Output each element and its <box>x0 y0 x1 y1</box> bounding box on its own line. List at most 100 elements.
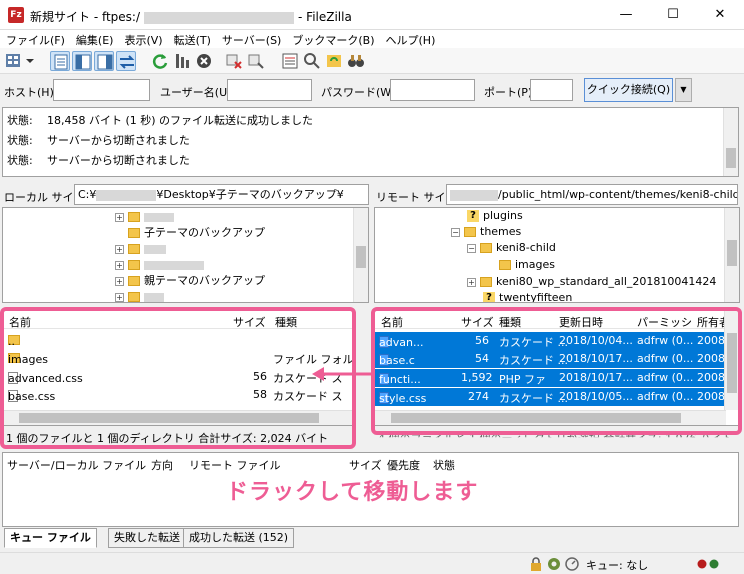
expand-icon[interactable]: + <box>115 276 124 286</box>
remote-tree-scroll-thumb[interactable] <box>727 240 737 266</box>
local-file-row[interactable]: .. <box>3 331 353 349</box>
quickconnect-button[interactable]: クイック接続(Q) <box>584 78 673 102</box>
local-tree-item[interactable]: + 親テーマのバックアップ <box>115 274 265 288</box>
redacted-host-path <box>450 189 498 201</box>
queue-col-priority[interactable]: 優先度 <box>387 457 420 473</box>
remote-file-row[interactable]: advan... 56 カスケード ... 2018/10/04... adfrw (0… <box>375 332 739 350</box>
remote-list-vscrollbar[interactable] <box>724 311 739 410</box>
remote-tree-label: images <box>515 258 555 271</box>
queue-col-size[interactable]: サイズ <box>349 457 382 473</box>
menu-server[interactable]: サーバー(S) <box>216 30 286 48</box>
synchronized-browsing-icon[interactable] <box>324 51 344 71</box>
local-col-name[interactable]: 名前 <box>9 314 31 330</box>
toggle-log-icon[interactable] <box>50 51 70 71</box>
local-col-size[interactable]: サイズ <box>233 314 266 330</box>
disconnect-icon[interactable] <box>224 51 244 71</box>
process-queue-icon[interactable] <box>172 51 192 71</box>
remote-col-permissions[interactable]: パーミッシ <box>637 314 692 330</box>
log-key: 状態: <box>7 154 33 167</box>
local-tree-scroll-thumb[interactable] <box>356 246 366 268</box>
remote-file-date: 2018/10/17... <box>559 352 633 365</box>
remote-directory-tree: ? plugins − themes − keni8-child images + ke… <box>374 207 740 303</box>
queue-col-remote[interactable]: リモート ファイル <box>189 457 281 473</box>
search-remote-files-icon[interactable] <box>346 51 366 71</box>
expand-icon[interactable]: + <box>115 292 124 302</box>
remote-vscroll-thumb[interactable] <box>727 333 737 393</box>
menu-help[interactable]: ヘルプ(H) <box>380 30 441 48</box>
queue-tabs: キュー ファイル 失敗した転送 成功した転送 (152) <box>2 528 739 548</box>
menu-view[interactable]: 表示(V) <box>118 30 167 48</box>
menu-file[interactable]: ファイル(F) <box>0 30 70 48</box>
site-manager-icon[interactable] <box>4 51 36 71</box>
remote-tree-item[interactable]: − themes <box>451 225 521 239</box>
remote-file-perm: adfrw (0... <box>637 352 694 365</box>
expand-icon[interactable]: + <box>115 212 124 222</box>
close-button[interactable]: ✕ <box>700 0 740 30</box>
tab-failed-transfers[interactable]: 失敗した転送 <box>108 528 186 548</box>
directory-comparison-icon[interactable] <box>302 51 322 71</box>
remote-tree-item[interactable]: ? twentyfifteen <box>483 291 572 302</box>
local-tree-item[interactable]: + <box>115 290 164 302</box>
queue-col-direction[interactable]: 方向 <box>151 457 173 473</box>
remote-tree-item[interactable]: ? plugins <box>467 209 523 223</box>
local-file-row[interactable]: base.css 58 カスケード ス <box>3 386 353 404</box>
local-tree-item[interactable]: + <box>115 242 166 256</box>
username-input[interactable] <box>227 79 312 101</box>
port-input[interactable] <box>530 79 573 101</box>
remote-file-row[interactable]: style.css 274 カスケード ... 2018/10/05... adfrw … <box>375 388 739 406</box>
local-path-input[interactable]: C:¥ ¥Desktop¥子テーマのバックアップ¥ <box>74 184 369 205</box>
expand-icon[interactable]: + <box>115 260 124 270</box>
remote-tree-scrollbar[interactable] <box>724 208 739 302</box>
host-input[interactable] <box>53 79 150 101</box>
menu-edit[interactable]: 編集(E) <box>70 30 119 48</box>
remote-file-row[interactable]: functi... 1,592 PHP ファ 2018/10/17... adfrw (… <box>375 369 739 387</box>
log-scroll-thumb[interactable] <box>726 148 736 168</box>
remote-hscroll-thumb[interactable] <box>391 413 681 423</box>
menu-transfer[interactable]: 転送(T) <box>168 30 216 48</box>
collapse-icon[interactable]: − <box>451 227 460 237</box>
queue-col-server-local[interactable]: サーバー/ローカル ファイル <box>7 457 146 473</box>
remote-col-size[interactable]: サイズ <box>461 314 494 330</box>
directory-listing-filter-icon[interactable] <box>280 51 300 71</box>
tab-successful-transfers[interactable]: 成功した転送 (152) <box>183 528 295 548</box>
local-file-row[interactable]: advanced.css 56 カスケード ス <box>3 368 353 386</box>
folder-icon <box>128 260 140 270</box>
remote-tree-item[interactable]: − keni8-child <box>467 241 556 255</box>
remote-tree-item[interactable]: images <box>499 258 555 272</box>
toggle-local-tree-icon[interactable] <box>72 51 92 71</box>
remote-col-name[interactable]: 名前 <box>381 314 403 330</box>
local-tree-item[interactable]: + <box>115 258 204 272</box>
remote-path-input[interactable]: /public_html/wp-content/themes/keni8-chi… <box>446 184 738 205</box>
maximize-button[interactable]: ☐ <box>653 0 693 30</box>
expand-icon[interactable]: + <box>115 244 124 254</box>
remote-col-date[interactable]: 更新日時 <box>559 314 603 330</box>
minimize-button[interactable]: — <box>606 0 646 30</box>
reconnect-icon[interactable] <box>246 51 266 71</box>
remote-list-hscrollbar[interactable] <box>375 410 726 425</box>
local-col-type[interactable]: 種類 <box>275 314 297 330</box>
local-file-row[interactable]: images ファイル フォル <box>3 349 353 367</box>
lock-icon <box>531 557 541 571</box>
toggle-remote-tree-icon[interactable] <box>94 51 114 71</box>
cancel-operation-icon[interactable] <box>194 51 214 71</box>
quickconnect-dropdown-icon[interactable]: ▼ <box>675 78 692 102</box>
refresh-icon[interactable] <box>150 51 170 71</box>
local-tree-item[interactable]: 子テーマのバックアップ <box>128 226 265 240</box>
local-list-hscrollbar[interactable] <box>3 410 353 425</box>
local-hscroll-thumb[interactable] <box>19 413 319 423</box>
local-tree-item[interactable]: + <box>115 210 174 224</box>
toggle-queue-icon[interactable] <box>116 51 136 71</box>
remote-tree-item[interactable]: + keni80_wp_standard_all_201810041424 <box>467 275 716 289</box>
redacted-folder <box>144 292 164 302</box>
queue-col-status[interactable]: 状態 <box>433 457 455 473</box>
collapse-icon[interactable]: − <box>467 243 476 253</box>
expand-icon[interactable]: + <box>467 277 476 287</box>
log-scrollbar[interactable] <box>723 108 738 176</box>
remote-col-type[interactable]: 種類 <box>499 314 521 330</box>
local-tree-scrollbar[interactable] <box>353 208 368 302</box>
tab-queued-files[interactable]: キュー ファイル <box>4 528 97 548</box>
folder-icon <box>128 276 140 286</box>
menu-bookmarks[interactable]: ブックマーク(B) <box>286 30 379 48</box>
remote-file-row[interactable]: base.c 54 カスケード ... 2018/10/17... adfrw (0..… <box>375 350 739 368</box>
password-input[interactable] <box>390 79 475 101</box>
